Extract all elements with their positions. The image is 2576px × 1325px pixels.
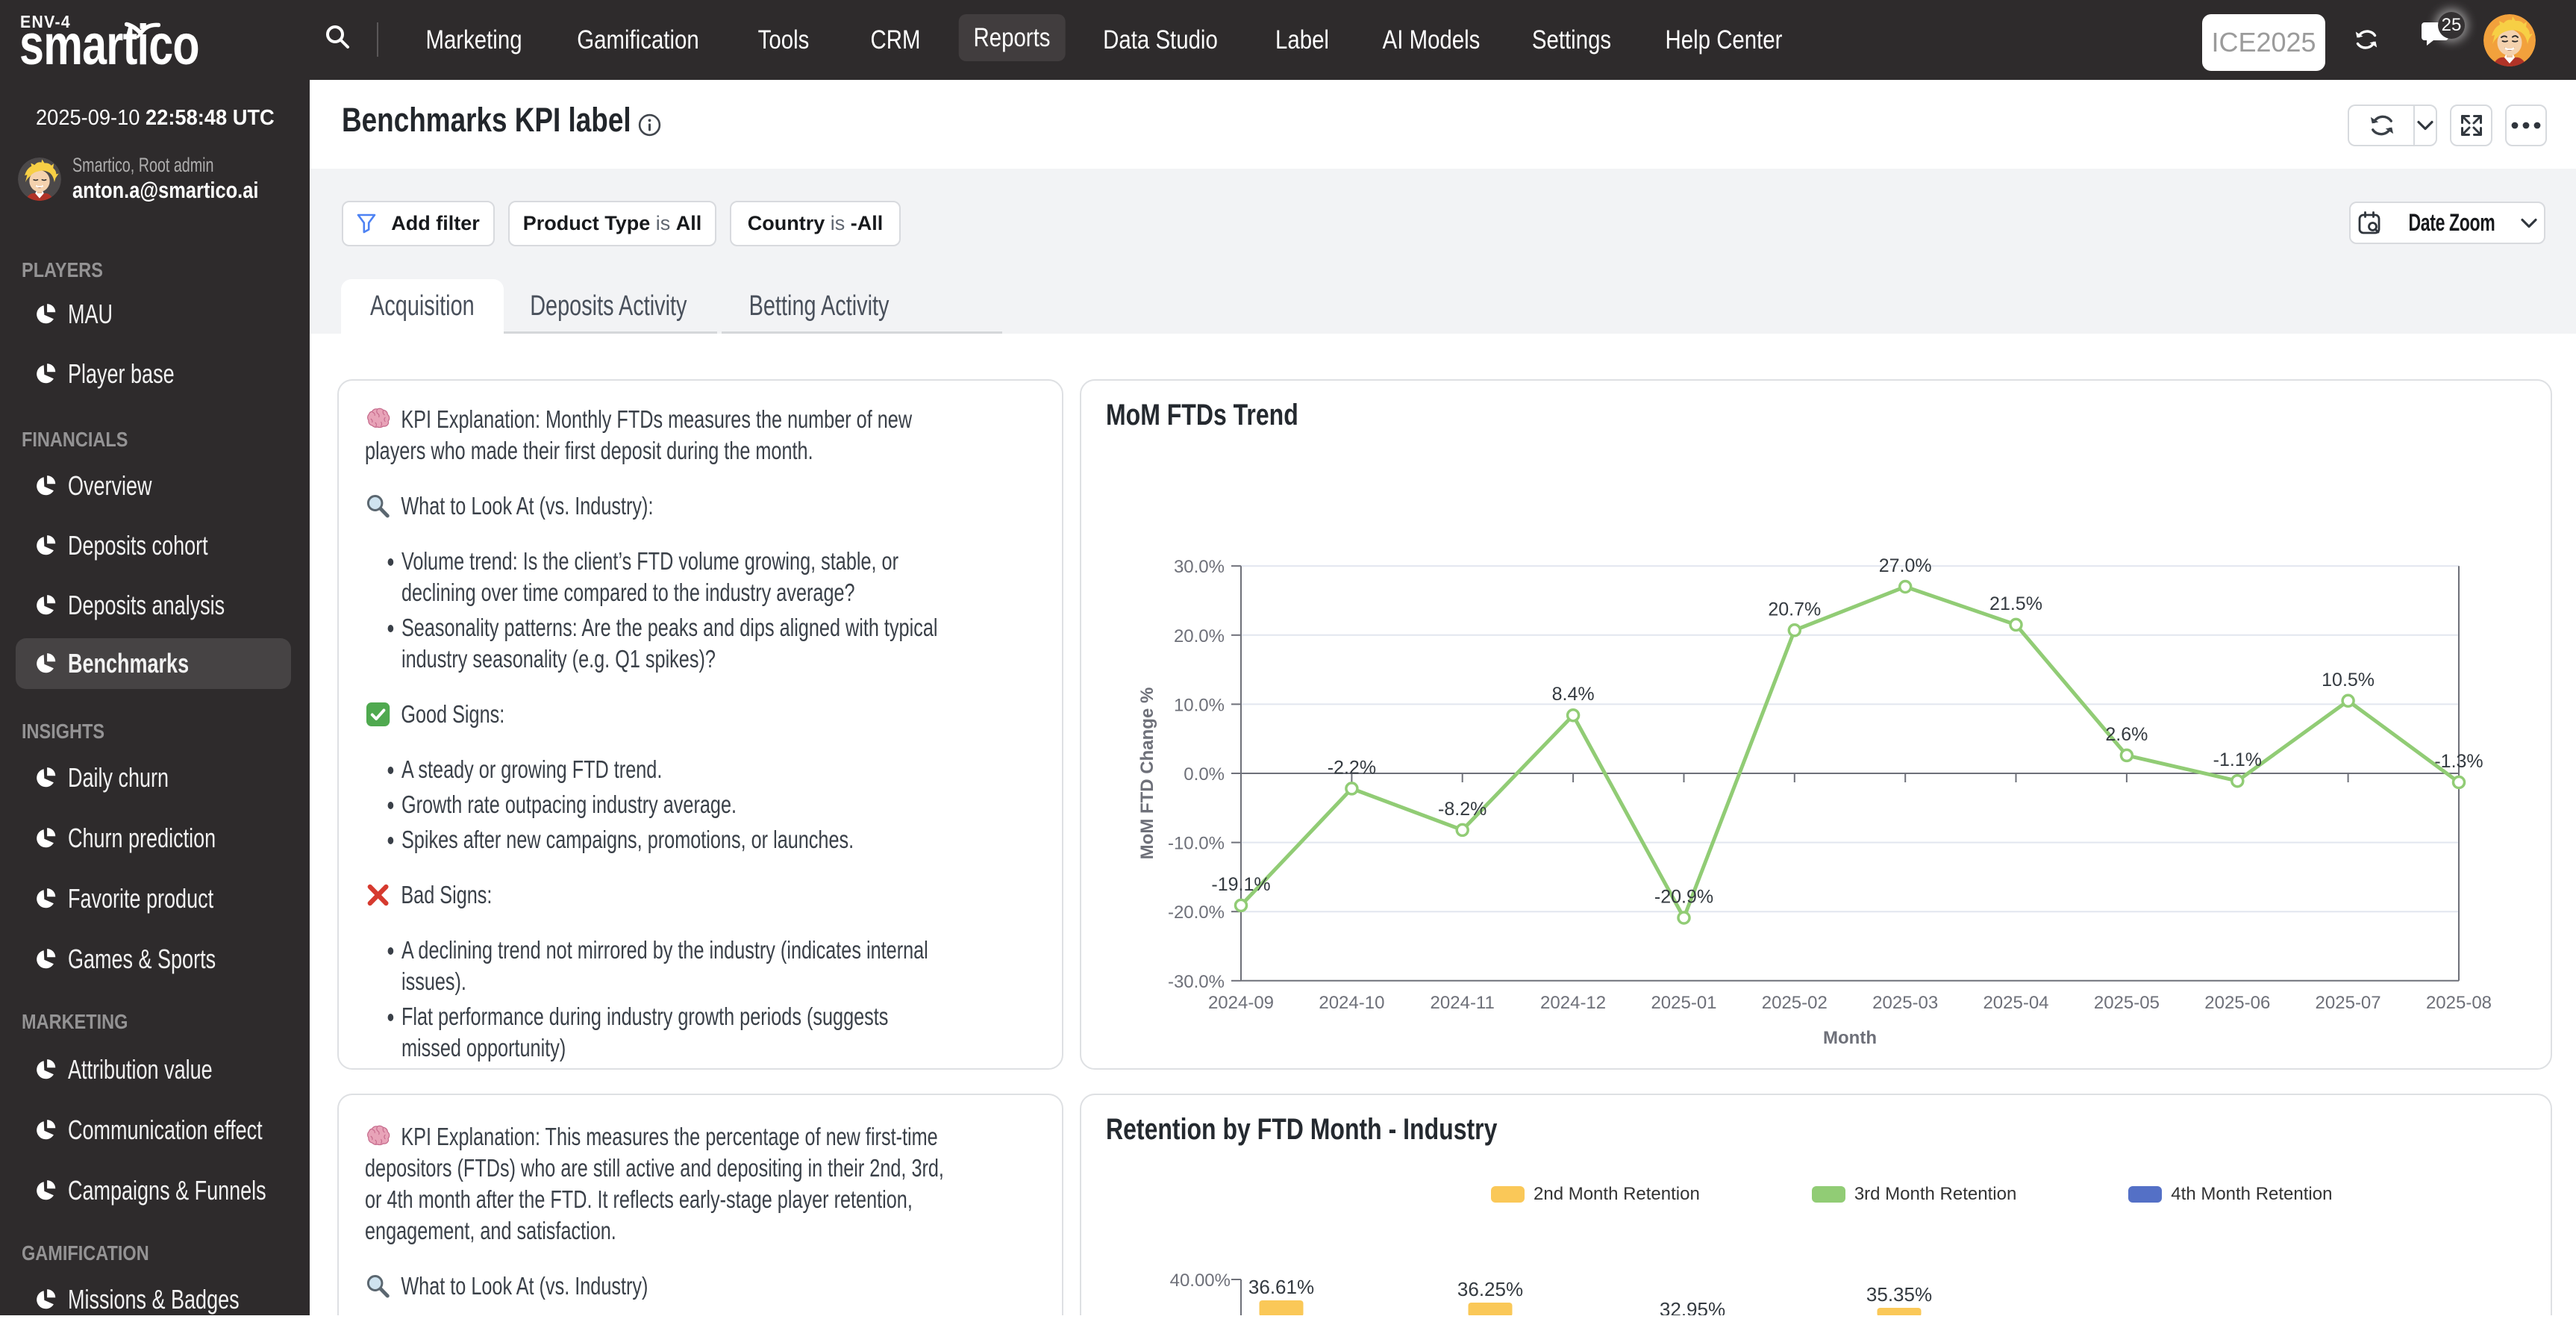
svg-text:-2.2%: -2.2% — [1328, 757, 1376, 778]
svg-text:2024-09: 2024-09 — [1208, 993, 1274, 1013]
svg-text:32.95%: 32.95% — [1660, 1298, 1725, 1315]
svg-text:-30.0%: -30.0% — [1168, 972, 1225, 992]
svg-text:-1.1%: -1.1% — [2213, 749, 2262, 770]
svg-text:10.0%: 10.0% — [1174, 695, 1225, 715]
svg-text:20.7%: 20.7% — [1768, 599, 1821, 620]
svg-text:2025-02: 2025-02 — [1762, 993, 1828, 1013]
svg-text:2025-08: 2025-08 — [2426, 993, 2492, 1013]
svg-text:2025-07: 2025-07 — [2316, 993, 2381, 1013]
svg-text:10.5%: 10.5% — [2322, 670, 2375, 690]
svg-text:2025-05: 2025-05 — [2094, 993, 2160, 1013]
svg-text:2024-10: 2024-10 — [1319, 993, 1384, 1013]
svg-text:2024-11: 2024-11 — [1431, 993, 1495, 1013]
svg-text:8.4%: 8.4% — [1552, 684, 1595, 705]
svg-text:36.61%: 36.61% — [1248, 1276, 1314, 1298]
svg-text:30.0%: 30.0% — [1174, 557, 1225, 577]
svg-text:Month: Month — [1823, 1028, 1877, 1048]
svg-text:2025-01: 2025-01 — [1651, 993, 1716, 1013]
svg-text:2024-12: 2024-12 — [1540, 993, 1606, 1013]
svg-text:2025-03: 2025-03 — [1872, 993, 1938, 1013]
svg-text:-19.1%: -19.1% — [1211, 874, 1270, 895]
svg-text:-20.9%: -20.9% — [1654, 887, 1713, 908]
svg-text:MoM FTD Change %: MoM FTD Change % — [1137, 688, 1157, 860]
svg-text:2.6%: 2.6% — [2105, 724, 2148, 745]
svg-text:-1.3%: -1.3% — [2434, 751, 2483, 772]
svg-text:35.35%: 35.35% — [1866, 1283, 1932, 1306]
svg-text:-8.2%: -8.2% — [1438, 799, 1486, 820]
svg-text:-20.0%: -20.0% — [1168, 902, 1225, 923]
svg-text:2025-06: 2025-06 — [2204, 993, 2270, 1013]
svg-text:27.0%: 27.0% — [1879, 555, 1932, 576]
svg-text:36.25%: 36.25% — [1457, 1278, 1523, 1300]
svg-text:20.0%: 20.0% — [1174, 626, 1225, 646]
svg-text:40.00%: 40.00% — [1170, 1271, 1231, 1291]
svg-text:-10.0%: -10.0% — [1168, 834, 1225, 854]
svg-text:0.0%: 0.0% — [1184, 764, 1225, 785]
svg-text:21.5%: 21.5% — [1989, 593, 2042, 614]
svg-text:2025-04: 2025-04 — [1983, 993, 2048, 1013]
